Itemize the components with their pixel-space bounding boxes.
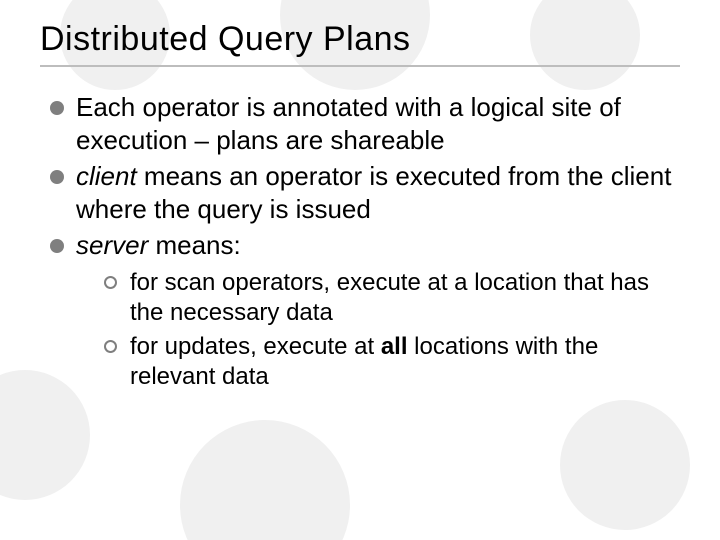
bullet-item: server means: for scan operators, execut… bbox=[50, 229, 680, 392]
bullet-text: means: bbox=[148, 230, 241, 260]
sub-bullet-list: for scan operators, execute at a locatio… bbox=[76, 268, 680, 392]
sub-bullet-bold: all bbox=[381, 333, 408, 360]
bullet-item: Each operator is annotated with a logica… bbox=[50, 91, 680, 156]
bullet-text: means an operator is executed from the c… bbox=[76, 161, 671, 224]
slide-title: Distributed Query Plans bbox=[40, 20, 680, 59]
bullet-term: client bbox=[76, 161, 137, 191]
sub-bullet-text: for scan operators, execute at a locatio… bbox=[130, 269, 649, 326]
bullet-term: server bbox=[76, 230, 148, 260]
sub-bullet-text: for updates, execute at bbox=[130, 333, 381, 360]
bullet-list: Each operator is annotated with a logica… bbox=[40, 91, 680, 392]
title-divider bbox=[40, 65, 680, 67]
sub-bullet-item: for updates, execute at all locations wi… bbox=[104, 332, 680, 392]
sub-bullet-item: for scan operators, execute at a locatio… bbox=[104, 268, 680, 328]
bullet-text: Each operator is annotated with a logica… bbox=[76, 92, 621, 155]
bullet-item: client means an operator is executed fro… bbox=[50, 160, 680, 225]
